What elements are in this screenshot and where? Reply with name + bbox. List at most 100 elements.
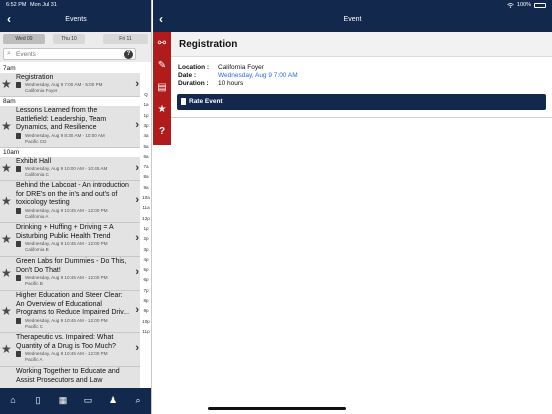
section-index-item[interactable]: 1p bbox=[140, 113, 151, 118]
list-item[interactable]: ★ Behind the Labcoat - An introduction f… bbox=[0, 181, 140, 223]
list-item[interactable]: Working Together to Educate and Assist P… bbox=[0, 367, 140, 388]
detail-date-link[interactable]: Wednesday, Aug 9 7:00 AM bbox=[218, 72, 298, 79]
section-index[interactable]: Q 1a 1p 3p 4a 5a 6a 7a 8a 9a 10a 11a 12p 1p 2p 3p 4p 5p 6p… bbox=[140, 92, 151, 352]
section-index-item[interactable]: 5p bbox=[140, 267, 151, 272]
event-datetime: Wednesday, Aug 9 10:45 AM - 12:00 PM bbox=[25, 318, 108, 323]
list-item[interactable]: ★ Higher Education and Steer Clear: An O… bbox=[0, 291, 140, 333]
detail-value: 10 hours bbox=[218, 80, 244, 87]
home-tab-icon[interactable]: ⌂ bbox=[7, 394, 19, 406]
star-icon[interactable]: ★ bbox=[1, 78, 12, 90]
events-title: Events bbox=[65, 16, 87, 23]
event-datetime: Wednesday, Aug 9 8:30 AM - 10:00 AM bbox=[25, 133, 105, 138]
section-index-item[interactable]: 4a bbox=[140, 133, 151, 138]
section-index-item[interactable]: 2p bbox=[140, 236, 151, 241]
day-tab-thu[interactable]: Thu 10 bbox=[53, 34, 85, 44]
clipboard-icon bbox=[16, 133, 21, 139]
star-icon[interactable]: ★ bbox=[1, 267, 12, 279]
chevron-right-icon: › bbox=[135, 304, 139, 316]
star-icon[interactable]: ★ bbox=[156, 104, 168, 116]
presentation-tab-icon[interactable]: ▭ bbox=[82, 394, 94, 406]
rate-event-label: Rate Event bbox=[189, 98, 223, 105]
event-list: 7am ★ Registration Wednesday, Aug 9 7:00… bbox=[0, 62, 140, 388]
day-tab-wed[interactable]: Wed 09 bbox=[3, 34, 45, 44]
section-index-item[interactable]: 11p bbox=[140, 329, 151, 334]
section-index-item[interactable]: 3p bbox=[140, 247, 151, 252]
event-location: California C bbox=[25, 172, 49, 177]
search-input[interactable] bbox=[16, 50, 131, 59]
clipboard-icon bbox=[16, 166, 21, 172]
event-datetime: Wednesday, Aug 9 10:45 AM - 12:00 PM bbox=[25, 351, 108, 356]
section-index-item[interactable]: 9a bbox=[140, 185, 151, 190]
event-location: Pacific A bbox=[25, 357, 43, 362]
day-tab-fri[interactable]: Fri 11 bbox=[103, 34, 148, 44]
detail-key: Location : bbox=[178, 64, 210, 71]
event-title: Working Together to Educate and Assist P… bbox=[16, 368, 120, 384]
section-index-item[interactable]: 7a bbox=[140, 164, 151, 169]
detail-value: California Foyer bbox=[218, 64, 264, 71]
search-field[interactable]: ⌕ bbox=[3, 48, 136, 60]
chevron-right-icon: › bbox=[135, 232, 139, 244]
list-item[interactable]: ★ Lessons Learned from the Battlefield: … bbox=[0, 106, 140, 148]
chevron-right-icon: › bbox=[135, 162, 139, 174]
section-index-item[interactable]: 11a bbox=[140, 205, 151, 210]
rate-event-button[interactable]: Rate Event bbox=[177, 94, 546, 110]
event-location: Pacific C bbox=[25, 324, 44, 329]
section-index-item[interactable]: 10p bbox=[140, 319, 151, 324]
section-index-item[interactable]: 8a bbox=[140, 174, 151, 179]
help-icon[interactable]: ? bbox=[156, 126, 168, 138]
star-icon[interactable]: ★ bbox=[1, 343, 12, 355]
person-tab-icon[interactable]: ♟ bbox=[107, 394, 119, 406]
section-index-item[interactable]: 8p bbox=[140, 298, 151, 303]
chevron-right-icon: › bbox=[135, 78, 139, 90]
chevron-right-icon: › bbox=[135, 194, 139, 206]
help-icon[interactable]: ? bbox=[124, 50, 133, 59]
time-header: 10am bbox=[0, 148, 140, 157]
event-datetime: Wednesday, Aug 9 10:45 AM - 12:00 PM bbox=[25, 275, 108, 280]
app-root: ‹ Events Wed 09 Thu 10 Fri 11 ⌕ ? 7am ★ … bbox=[0, 0, 552, 414]
list-item[interactable]: ★ Green Labs for Dummies - Do This, Don'… bbox=[0, 257, 140, 291]
section-index-item[interactable]: 3p bbox=[140, 123, 151, 128]
section-index-item[interactable]: 7p bbox=[140, 288, 151, 293]
section-index-item[interactable]: 6p bbox=[140, 277, 151, 282]
list-item[interactable]: ★ Therapeutic vs. Impaired: What Quantit… bbox=[0, 333, 140, 367]
section-index-item[interactable]: 1p bbox=[140, 226, 151, 231]
star-icon[interactable]: ★ bbox=[1, 233, 12, 245]
status-right: 100% bbox=[507, 2, 546, 8]
pencil-icon[interactable]: ✎ bbox=[156, 60, 168, 72]
section-index-item[interactable]: 5a bbox=[140, 144, 151, 149]
section-index-item[interactable]: 4p bbox=[140, 257, 151, 262]
event-datetime: Wednesday, Aug 9 10:45 AM - 12:00 PM bbox=[25, 208, 108, 213]
share-icon[interactable]: ⚯ bbox=[156, 38, 168, 50]
event-header-title: Event bbox=[343, 16, 362, 23]
section-index-item[interactable]: 1a bbox=[140, 102, 151, 107]
list-item[interactable]: ★ Exhibit Hall Wednesday, Aug 9 10:00 AM… bbox=[0, 157, 140, 181]
clipboard-icon[interactable]: ▤ bbox=[156, 82, 168, 94]
tab-bar: ⌂ ▯ ▦ ▭ ♟ ⌕ bbox=[0, 388, 151, 414]
star-icon[interactable]: ★ bbox=[1, 162, 12, 174]
event-title: Behind the Labcoat - An introduction for… bbox=[16, 182, 129, 207]
event-detail-pane: ‹ Event ⚯ ✎ ▤ ★ ? Registration Location … bbox=[153, 0, 552, 414]
event-location: Pacific CD bbox=[25, 139, 47, 144]
clipboard-icon bbox=[16, 241, 21, 247]
event-heading-bar: Registration bbox=[171, 32, 552, 57]
star-icon[interactable]: ★ bbox=[1, 120, 12, 132]
section-index-item[interactable]: 12p bbox=[140, 216, 151, 221]
section-index-item[interactable]: 9p bbox=[140, 308, 151, 313]
star-icon[interactable]: ★ bbox=[1, 195, 12, 207]
search-tab-icon[interactable]: ⌕ bbox=[132, 394, 144, 406]
search-icon: ⌕ bbox=[7, 50, 11, 57]
event-title: Lessons Learned from the Battlefield: Le… bbox=[16, 107, 107, 132]
section-index-item[interactable]: 10a bbox=[140, 195, 151, 200]
home-indicator bbox=[208, 407, 346, 410]
status-bar: 6:52 PM Mon Jul 31 100% bbox=[0, 0, 552, 10]
day-selector: Wed 09 Thu 10 Fri 11 bbox=[0, 32, 151, 45]
device-tab-icon[interactable]: ▯ bbox=[32, 394, 44, 406]
list-item[interactable]: ★ Registration Wednesday, Aug 9 7:00 AM … bbox=[0, 73, 140, 97]
star-icon[interactable]: ★ bbox=[1, 305, 12, 317]
list-item[interactable]: ★ Drinking + Huffing + Driving = A Distu… bbox=[0, 223, 140, 257]
section-index-item[interactable]: 6a bbox=[140, 154, 151, 159]
section-index-item[interactable]: Q bbox=[140, 92, 151, 97]
clipboard-icon bbox=[16, 351, 21, 357]
chevron-right-icon: › bbox=[135, 342, 139, 354]
grid-tab-icon[interactable]: ▦ bbox=[57, 394, 69, 406]
